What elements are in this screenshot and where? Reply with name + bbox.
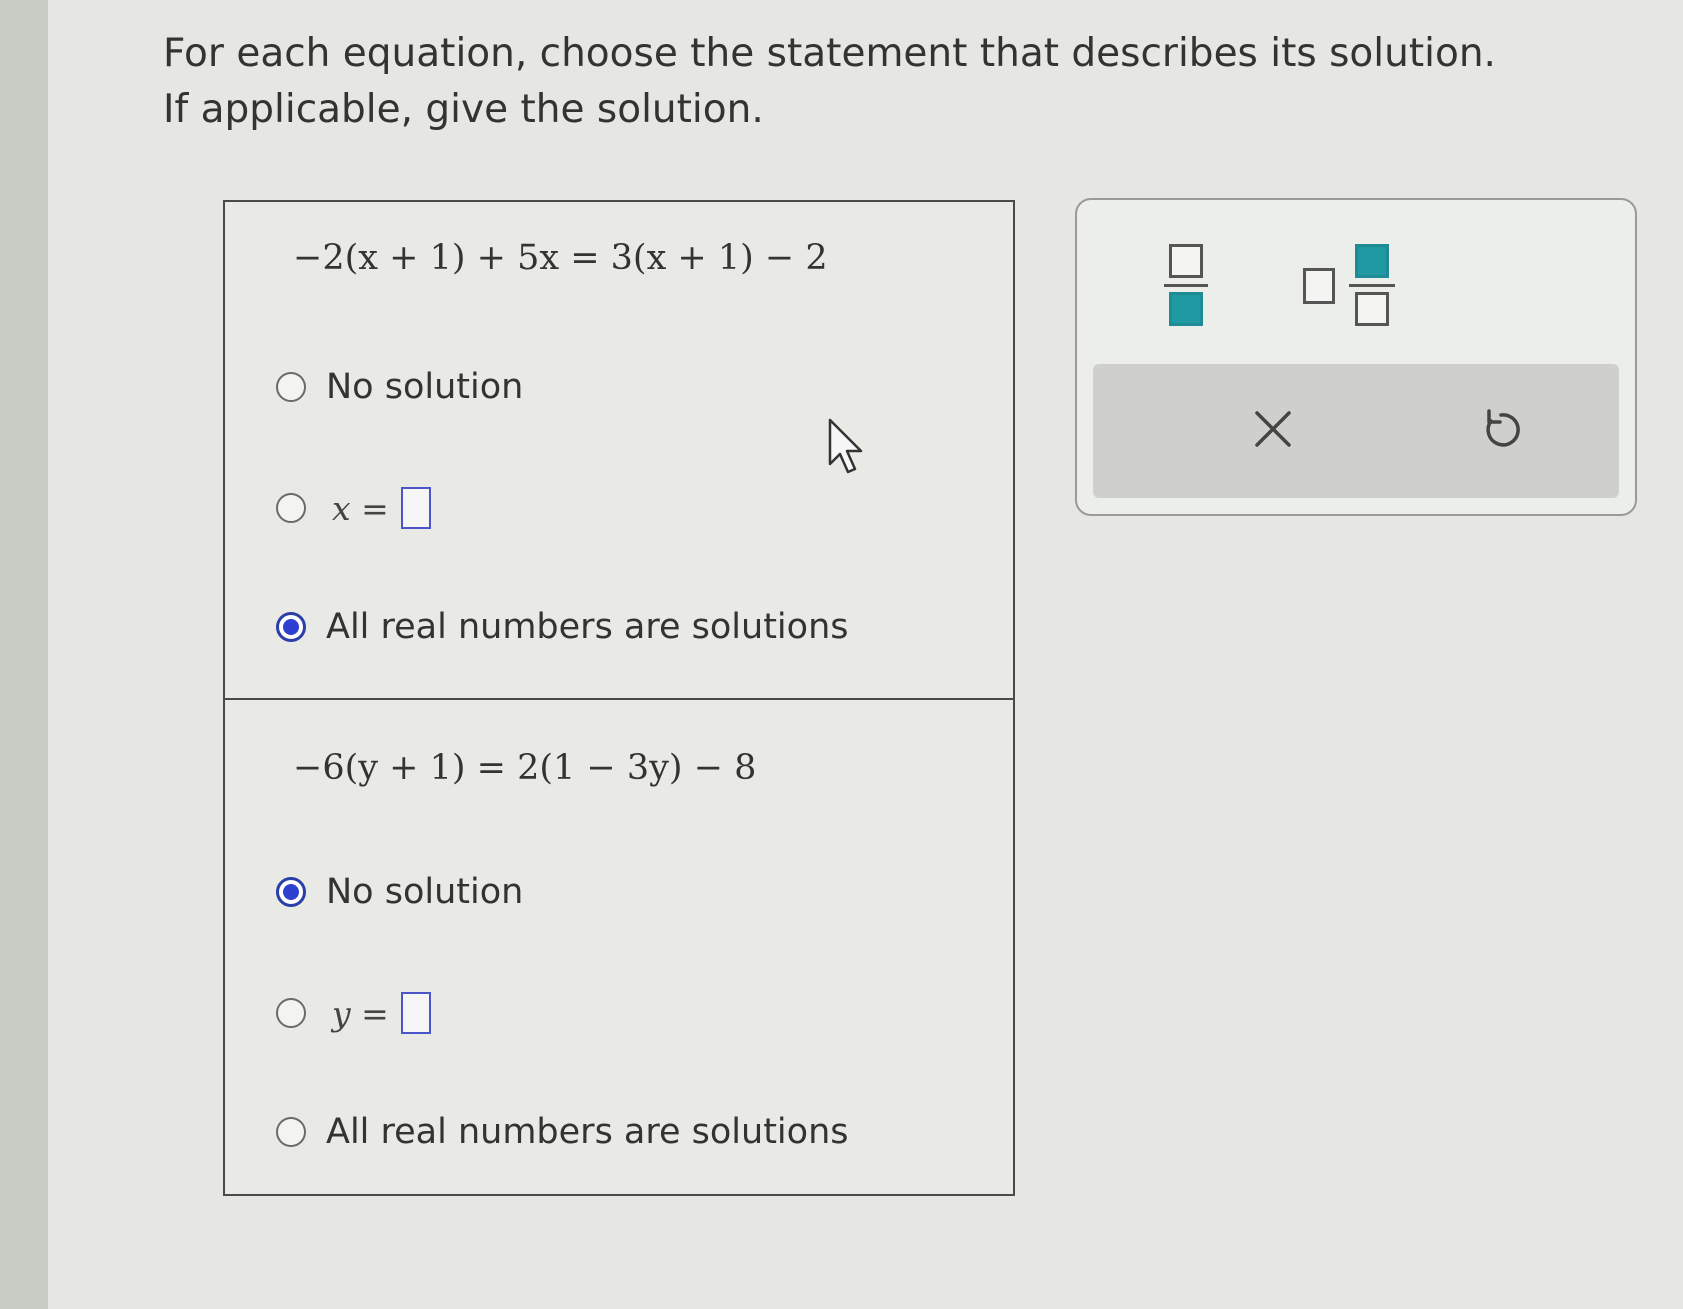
- problem-1: −2(x + 1) + 5x = 3(x + 1) − 2 No solutio…: [225, 202, 1013, 696]
- option-all-real-2[interactable]: All real numbers are solutions: [276, 1112, 849, 1152]
- fraction-icon[interactable]: [1156, 240, 1216, 330]
- radio-no-solution-2[interactable]: [276, 877, 306, 907]
- radio-all-real-1[interactable]: [276, 612, 306, 642]
- clear-button[interactable]: [1233, 394, 1313, 464]
- answer-input-y[interactable]: [400, 992, 431, 1034]
- clear-icon: [1255, 411, 1291, 447]
- option-label: No solution: [326, 367, 524, 407]
- radio-no-solution-1[interactable]: [276, 372, 306, 402]
- option-label: No solution: [326, 872, 524, 912]
- undo-button[interactable]: [1461, 394, 1541, 464]
- radio-all-real-2[interactable]: [276, 1117, 306, 1147]
- toolbox-actions: [1093, 364, 1619, 498]
- option-all-real-1[interactable]: All real numbers are solutions: [276, 607, 849, 647]
- option-label: All real numbers are solutions: [326, 607, 849, 647]
- option-value-2[interactable]: y =: [276, 992, 431, 1034]
- equations-panel: −2(x + 1) + 5x = 3(x + 1) − 2 No solutio…: [223, 200, 1015, 1196]
- variable-expression: y =: [332, 993, 389, 1033]
- equation-2: −6(y + 1) = 2(1 − 3y) − 8: [293, 748, 757, 788]
- radio-value-1[interactable]: [276, 493, 306, 523]
- prompt-line-2: If applicable, give the solution.: [163, 87, 764, 132]
- answer-input-x[interactable]: [400, 487, 431, 529]
- math-toolbox: [1075, 198, 1637, 516]
- mixed-number-icon[interactable]: [1303, 240, 1403, 330]
- problem-2: −6(y + 1) = 2(1 − 3y) − 8 No solution y …: [225, 698, 1013, 1196]
- prompt-line-1: For each equation, choose the statement …: [163, 31, 1496, 76]
- radio-value-2[interactable]: [276, 998, 306, 1028]
- left-edge-strip: [0, 0, 48, 1309]
- equation-1: −2(x + 1) + 5x = 3(x + 1) − 2: [293, 238, 828, 278]
- variable-expression: x =: [332, 488, 389, 528]
- question-prompt: For each equation, choose the statement …: [163, 26, 1496, 138]
- undo-icon: [1486, 409, 1520, 447]
- option-no-solution-1[interactable]: No solution: [276, 367, 523, 407]
- mouse-cursor-icon: [828, 418, 863, 474]
- option-label: All real numbers are solutions: [326, 1112, 849, 1152]
- option-value-1[interactable]: x =: [276, 487, 431, 529]
- option-no-solution-2[interactable]: No solution: [276, 872, 523, 912]
